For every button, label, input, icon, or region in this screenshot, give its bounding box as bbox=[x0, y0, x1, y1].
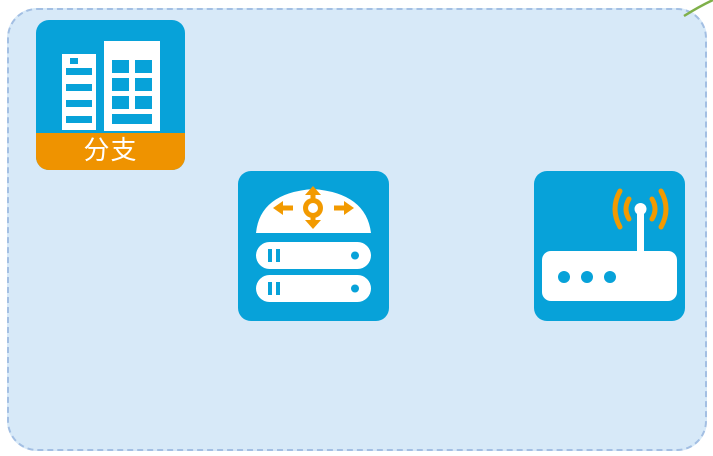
branch-label: 分支 bbox=[36, 133, 185, 170]
core-switch-node[interactable] bbox=[238, 171, 389, 321]
core-switch-icon bbox=[256, 186, 371, 302]
wifi-router-icon bbox=[542, 188, 677, 301]
branch-office-node[interactable]: 分支 bbox=[36, 20, 185, 170]
wifi-router-node[interactable] bbox=[534, 171, 685, 321]
diagram-canvas: 分支 bbox=[0, 0, 713, 456]
office-buildings-icon bbox=[62, 41, 160, 131]
